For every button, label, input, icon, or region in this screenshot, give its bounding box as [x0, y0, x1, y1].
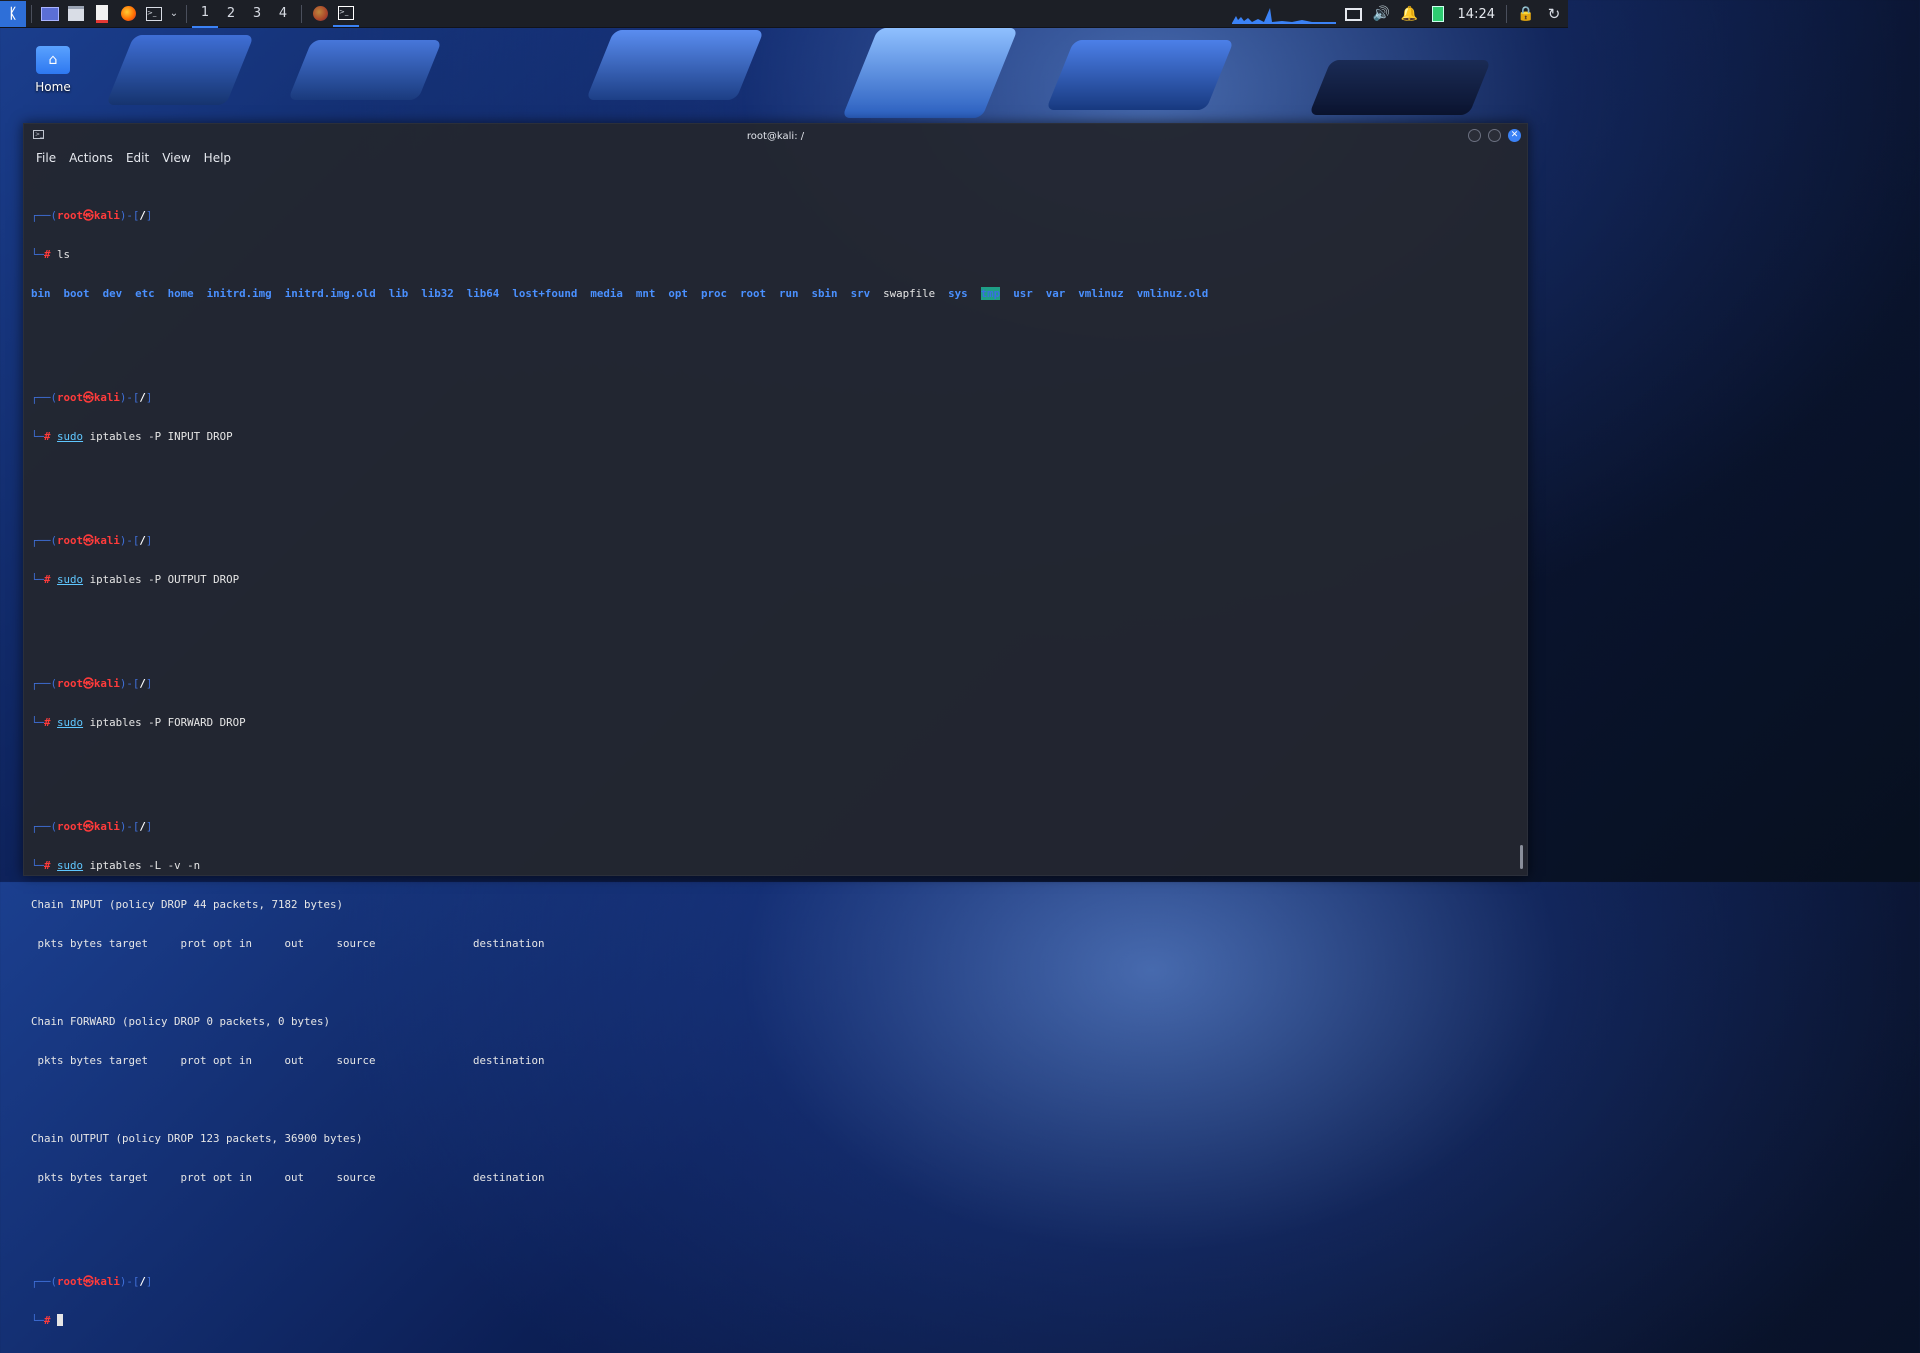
command-line: └─# sudo iptables -P OUTPUT DROP — [31, 573, 240, 586]
chain-table-header: pkts bytes target prot opt in out source… — [31, 1054, 545, 1067]
notification-bell-icon[interactable]: 🔔 — [1396, 1, 1424, 27]
prompt-line: ┌──(root㉿kali)-[/] — [31, 1275, 153, 1288]
terminal-output[interactable]: ┌──(root㉿kali)-[/] └─# ls bin boot dev e… — [31, 170, 1517, 1327]
wallpaper-shape — [287, 40, 443, 100]
clock[interactable]: 14:24 — [1452, 7, 1501, 22]
terminal-scrollbar[interactable] — [1520, 845, 1523, 869]
taskbar-separator — [186, 4, 187, 23]
text-editor-icon[interactable] — [89, 1, 115, 27]
cpu-graph-icon — [1231, 4, 1336, 24]
menu-bar: File Actions Edit View Help — [24, 148, 1527, 168]
menu-help[interactable]: Help — [200, 151, 235, 165]
prompt-line: ┌──(root㉿kali)-[/] — [31, 820, 153, 833]
prompt-line: ┌──(root㉿kali)-[/] — [31, 534, 153, 547]
chain-output-line: Chain OUTPUT (policy DROP 123 packets, 3… — [31, 1132, 363, 1145]
window-title: root@kali: / — [746, 130, 805, 142]
wallpaper-shape — [1308, 60, 1492, 115]
lock-icon[interactable]: 🔒 — [1512, 1, 1540, 27]
ls-output: bin boot dev etc home initrd.img initrd.… — [31, 287, 1209, 300]
menu-view[interactable]: View — [158, 151, 194, 165]
wallpaper-shape — [1045, 40, 1235, 110]
volume-icon[interactable]: 🔊 — [1368, 1, 1396, 27]
taskbar-separator — [31, 4, 32, 23]
chain-table-header: pkts bytes target prot opt in out source… — [31, 1171, 545, 1184]
menu-file[interactable]: File — [32, 151, 60, 165]
active-command-line[interactable]: └─# — [31, 1314, 1517, 1327]
workspace-4[interactable]: 4 — [270, 0, 296, 28]
prompt-line: ┌──(root㉿kali)-[/] — [31, 391, 153, 404]
desktop-home-shortcut[interactable]: ⌂ Home — [24, 46, 82, 94]
kali-menu-icon[interactable]: ᛕ — [0, 0, 26, 27]
wallpaper-shape — [105, 35, 255, 105]
taskbar: ᛕ >_ ⌄ 1 2 3 4 >_ 🔊 🔔 14:24 🔒 ↻ — [0, 0, 1568, 28]
command-line: └─# sudo iptables -P INPUT DROP — [31, 430, 233, 443]
display-icon[interactable] — [1340, 1, 1368, 27]
terminal-launcher-icon[interactable]: >_ — [141, 1, 167, 27]
taskbar-separator — [1506, 5, 1507, 23]
text-cursor — [57, 1314, 64, 1326]
chevron-down-icon[interactable]: ⌄ — [167, 1, 181, 27]
close-button[interactable]: ✕ — [1508, 129, 1521, 142]
terminal-task-icon[interactable]: >_ — [333, 1, 359, 27]
firefox-icon[interactable] — [115, 1, 141, 27]
desktop-home-label: Home — [35, 80, 71, 94]
wallpaper-shape — [841, 28, 1019, 118]
file-manager-icon[interactable] — [63, 1, 89, 27]
workspace-1[interactable]: 1 — [192, 0, 218, 28]
prompt-line: ┌──(root㉿kali)-[/] — [31, 677, 153, 690]
home-folder-icon: ⌂ — [36, 46, 70, 74]
workspace-2[interactable]: 2 — [218, 0, 244, 28]
workspace-3[interactable]: 3 — [244, 0, 270, 28]
firefox-task-icon[interactable] — [307, 1, 333, 27]
battery-icon[interactable] — [1424, 1, 1452, 27]
chain-forward-line: Chain FORWARD (policy DROP 0 packets, 0 … — [31, 1015, 331, 1028]
maximize-button[interactable] — [1488, 129, 1501, 142]
system-tray: 🔊 🔔 14:24 🔒 ↻ — [1231, 0, 1568, 28]
command-line: └─# ls — [31, 248, 71, 261]
menu-actions[interactable]: Actions — [65, 151, 117, 165]
chain-table-header: pkts bytes target prot opt in out source… — [31, 937, 545, 950]
chain-input-line: Chain INPUT (policy DROP 44 packets, 718… — [31, 898, 344, 911]
terminal-window-icon[interactable]: >_ — [33, 130, 44, 139]
wallpaper-shape — [585, 30, 765, 100]
command-line: └─# sudo iptables -L -v -n — [31, 859, 201, 872]
taskbar-separator — [301, 4, 302, 23]
prompt-line: ┌──(root㉿kali)-[/] — [31, 209, 153, 222]
minimize-button[interactable] — [1468, 129, 1481, 142]
menu-edit[interactable]: Edit — [122, 151, 153, 165]
window-titlebar[interactable]: >_ root@kali: / ✕ — [24, 124, 1527, 148]
terminal-window: >_ root@kali: / ✕ File Actions Edit View… — [23, 123, 1528, 1327]
show-desktop-icon[interactable] — [37, 1, 63, 27]
logout-icon[interactable]: ↻ — [1540, 1, 1568, 27]
command-line: └─# sudo iptables -P FORWARD DROP — [31, 716, 246, 729]
